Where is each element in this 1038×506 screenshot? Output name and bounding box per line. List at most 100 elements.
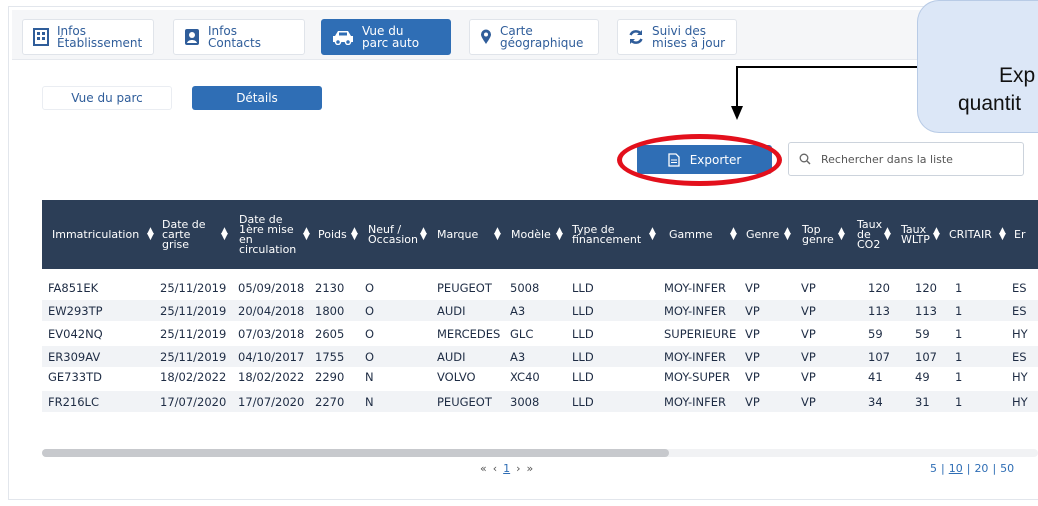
column-header-immatriculation[interactable]: Immatriculation (52, 200, 139, 269)
column-header-date-mise-circulation[interactable]: Date de 1ère mise en circulation (239, 200, 296, 269)
table-cell: 2605 (315, 326, 345, 341)
page-size-separator: | (992, 462, 997, 475)
sort-icon[interactable]: ▲ ▼ (728, 227, 739, 242)
column-header-top-genre[interactable]: Top genre (802, 200, 834, 269)
table-cell: LLD (572, 394, 594, 409)
table-cell: 18/02/2022 (238, 369, 305, 384)
column-header-taux-wltp[interactable]: Taux WLTP (901, 200, 930, 269)
table-cell: VP (801, 303, 816, 318)
table-cell: 113 (915, 303, 937, 318)
column-header-poids[interactable]: Poids (318, 200, 347, 269)
table-cell: MOY-SUPER (664, 369, 731, 384)
search-input[interactable]: Rechercher dans la liste (788, 142, 1024, 176)
search-placeholder: Rechercher dans la liste (821, 152, 953, 166)
page-size-option[interactable]: 5 (930, 462, 937, 475)
first-page-button[interactable]: « (480, 462, 487, 475)
next-page-button[interactable]: › (516, 462, 520, 475)
page-size-option-selected[interactable]: 10 (949, 462, 963, 475)
tab-carte-geographique[interactable]: Carte géographique (469, 19, 599, 55)
column-header-modele[interactable]: Modèle (511, 200, 551, 269)
table-cell: 2270 (315, 394, 345, 409)
table-cell: 18/02/2022 (160, 369, 227, 384)
table-cell: PEUGEOT (437, 394, 492, 409)
sort-icon[interactable]: ▲ ▼ (931, 227, 942, 242)
sort-icon[interactable]: ▲ ▼ (554, 227, 565, 242)
table-row[interactable]: ER309AV 25/11/2019 04/10/2017 1755 O AUDI A3 LL… (42, 346, 1038, 367)
table-cell: O (365, 326, 375, 341)
table-cell: 07/03/2018 (238, 326, 305, 341)
current-page[interactable]: 1 (503, 462, 510, 475)
previous-page-button[interactable]: ‹ (493, 462, 497, 475)
table-cell: 120 (868, 280, 890, 295)
sort-icon[interactable]: ▲ ▼ (219, 227, 230, 242)
table-cell: 5008 (510, 280, 540, 295)
table-row[interactable]: EW293TP 25/11/2019 20/04/2018 1800 O AUDI A3 LL… (42, 300, 1038, 321)
table-row[interactable]: EV042NQ 25/11/2019 07/03/2018 2605 O MERCEDES… (42, 323, 1038, 344)
table-row[interactable]: FR216LC 17/07/2020 17/07/2020 2270 N PEUGEOT 3… (42, 391, 1038, 412)
tab-infos-etablissement[interactable]: Infos Établissement (22, 19, 154, 55)
tab-label: Vue du parc auto (362, 24, 420, 50)
page-size-option[interactable]: 50 (1000, 462, 1014, 475)
sort-icon[interactable]: ▲ ▼ (882, 227, 893, 242)
column-header-taux-co2[interactable]: Taux de CO2 (857, 200, 882, 269)
page-size-option[interactable]: 20 (974, 462, 988, 475)
table-cell: ES (1012, 280, 1027, 295)
subtab-details[interactable]: Détails (192, 86, 322, 110)
column-header-genre[interactable]: Genre (746, 200, 779, 269)
table-cell: LLD (572, 349, 594, 364)
table-cell: 20/04/2018 (238, 303, 305, 318)
table-cell: N (365, 369, 374, 384)
tab-vue-du-parc-auto[interactable]: Vue du parc auto (321, 19, 451, 55)
table-cell: 1 (955, 326, 963, 341)
table-cell: VP (801, 326, 816, 341)
table-cell: 1 (955, 303, 963, 318)
table-cell: 17/07/2020 (160, 394, 227, 409)
table-cell: MERCEDES (437, 326, 501, 341)
sort-icon[interactable]: ▲ ▼ (647, 227, 658, 242)
table-cell: PEUGEOT (437, 280, 492, 295)
table-cell: LLD (572, 303, 594, 318)
table-cell: MOY-INFER (664, 349, 727, 364)
table-cell: 107 (868, 349, 890, 364)
tab-suivi-mises-a-jour[interactable]: Suivi des mises à jour (617, 19, 737, 55)
table-row[interactable]: FA851EK 25/11/2019 05/09/2018 2130 O PEUGEOT 5… (42, 277, 1038, 298)
sort-icon[interactable]: ▲ ▼ (492, 227, 503, 242)
column-header-marque[interactable]: Marque (437, 200, 478, 269)
table-cell: 107 (915, 349, 937, 364)
table-cell: 59 (868, 326, 883, 341)
table-cell: O (365, 349, 375, 364)
sort-icon[interactable]: ▲ ▼ (997, 227, 1008, 242)
column-header-gamme[interactable]: Gamme (669, 200, 712, 269)
column-header-date-carte-grise[interactable]: Date de carte grise (162, 200, 206, 269)
table-cell: VP (745, 303, 760, 318)
sort-icon[interactable]: ▲ ▼ (782, 227, 793, 242)
sort-icon[interactable]: ▲ ▼ (349, 227, 360, 242)
column-header-neuf-occasion[interactable]: Neuf / Occasion (368, 200, 418, 269)
sort-icon[interactable]: ▲ ▼ (145, 227, 156, 242)
highlight-ring (617, 134, 782, 186)
table-cell: O (365, 280, 375, 295)
table-cell: 59 (915, 326, 930, 341)
table-row[interactable]: GE733TD 18/02/2022 18/02/2022 2290 N VOLVO XC4… (42, 366, 1038, 387)
column-header-critair[interactable]: CRITAIR (949, 200, 992, 269)
last-page-button[interactable]: » (527, 462, 534, 475)
table-cell: 1 (955, 394, 963, 409)
column-header-type-financement[interactable]: Type de financement (572, 200, 641, 269)
sort-icon[interactable]: ▲ ▼ (418, 227, 429, 242)
table-cell: AUDI (437, 349, 466, 364)
sort-icon[interactable]: ▲ ▼ (836, 227, 847, 242)
sort-icon[interactable]: ▲ ▼ (301, 227, 312, 242)
table-cell: VP (801, 394, 816, 409)
subtab-vue-du-parc[interactable]: Vue du parc (42, 86, 172, 110)
tab-infos-contacts[interactable]: Infos Contacts (173, 19, 305, 55)
annotation-arrow-head (731, 106, 743, 120)
table-cell: 25/11/2019 (160, 280, 227, 295)
table-cell: VP (801, 349, 816, 364)
table-cell: GLC (510, 326, 534, 341)
callout-text-line1: Exp (999, 64, 1036, 87)
table-cell: HY (1012, 326, 1028, 341)
horizontal-scrollbar-thumb[interactable] (42, 449, 669, 457)
table-cell: ES (1012, 303, 1027, 318)
column-header-energie[interactable]: Er (1014, 200, 1025, 269)
table-cell: O (365, 303, 375, 318)
